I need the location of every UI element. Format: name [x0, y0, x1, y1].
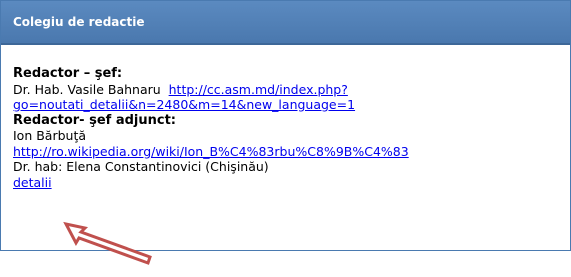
panel-header: Colegiu de redactie	[1, 1, 570, 45]
editor-name: Dr. Hab. Vasile Bahnaru	[13, 81, 161, 97]
arrow-pointer-icon	[63, 221, 152, 265]
details-row: detalii	[13, 175, 571, 191]
editor-link-continued[interactable]: go=noutati_detalii&n=2480&m=14&new_langu…	[13, 97, 355, 112]
editorial-board-panel: Colegiu de redactie Redactor – şef: Dr. …	[0, 0, 571, 251]
deputy-link-row: http://ro.wikipedia.org/wiki/Ion_B%C4%83…	[13, 144, 571, 160]
deputy-heading: Redactor- şef adjunct:	[13, 112, 176, 128]
member-name: Dr. hab: Elena Constantinovici (Chişinău…	[13, 159, 269, 174]
details-link[interactable]: detalii	[13, 175, 52, 190]
panel-title: Colegiu de redactie	[13, 15, 145, 29]
editor-link-line2-row: go=noutati_detalii&n=2480&m=14&new_langu…	[13, 97, 571, 113]
editor-link[interactable]: http://cc.asm.md/index.php?	[169, 82, 348, 97]
editor-heading: Redactor – şef:	[13, 66, 123, 81]
deputy-link[interactable]: http://ro.wikipedia.org/wiki/Ion_B%C4%83…	[13, 144, 409, 159]
editor-line: Dr. Hab. Vasile Bahnaru http://cc.asm.md…	[13, 82, 571, 98]
deputy-name: Ion Bărbuţă	[13, 128, 87, 143]
panel-content: Redactor – şef: Dr. Hab. Vasile Bahnaru …	[13, 66, 571, 190]
